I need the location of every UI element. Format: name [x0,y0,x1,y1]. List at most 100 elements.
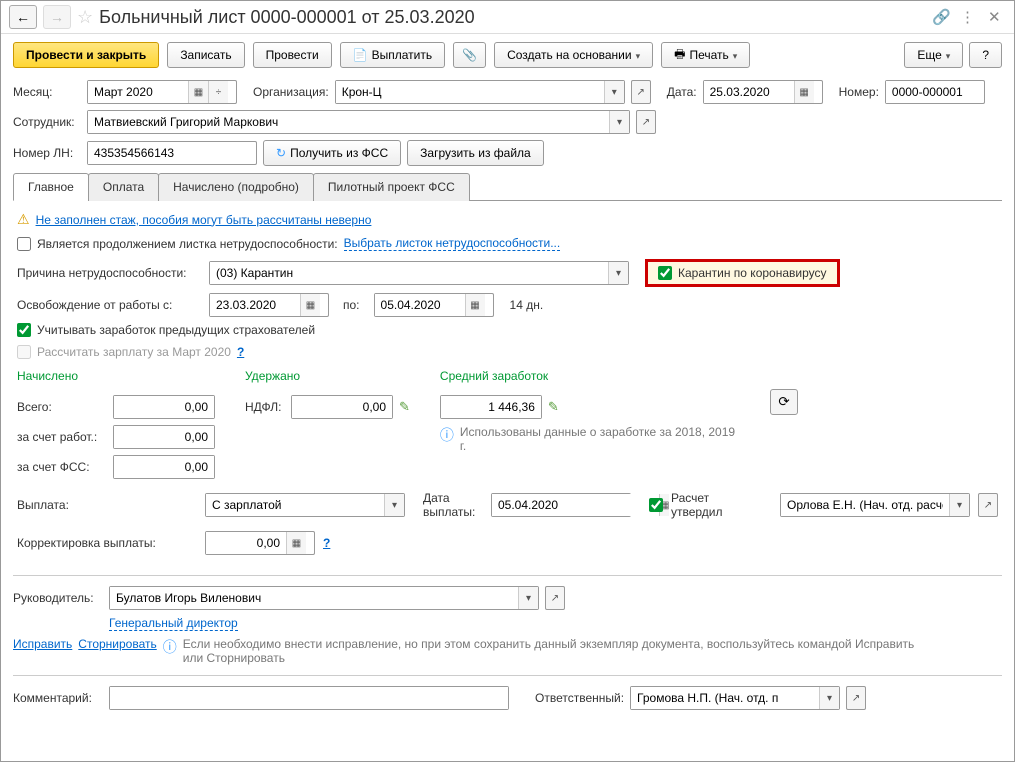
dropdown-icon[interactable]: ▾ [608,262,628,284]
page-title: Больничный лист 0000-000001 от 25.03.202… [99,7,474,28]
calculator-icon[interactable]: ▦ [286,532,306,554]
date-input[interactable]: ▦ [703,80,823,104]
submit-button[interactable]: Провести [253,42,332,68]
month-input[interactable]: ▦ ÷ [87,80,237,104]
resp-input[interactable]: ▾ [630,686,840,710]
create-based-button[interactable]: Создать на основании [494,42,653,68]
total-input[interactable] [114,396,214,418]
accrued-header: Начислено [17,369,215,383]
dropdown-icon[interactable]: ▾ [518,587,538,609]
continuation-label: Является продолжением листка нетрудоспос… [37,237,338,251]
employer-input[interactable] [114,426,214,448]
calendar-icon[interactable]: ▦ [300,294,320,316]
prev-insurers-checkbox[interactable] [17,323,31,337]
release-label: Освобождение от работы с: [17,298,203,312]
close-icon[interactable]: ✕ [988,8,1006,26]
stepper-icon[interactable]: ÷ [208,81,228,103]
correction-label: Корректировка выплаты: [17,536,197,550]
release-from-input[interactable]: ▦ [209,293,329,317]
org-label: Организация: [253,85,329,99]
warning-link[interactable]: Не заполнен стаж, пособия могут быть рас… [36,213,372,227]
submit-close-button[interactable]: Провести и закрыть [13,42,159,68]
correction-input[interactable]: ▦ [205,531,315,555]
reason-input[interactable]: ▾ [209,261,629,285]
head-position-link[interactable]: Генеральный директор [109,616,238,631]
pay-date-input[interactable]: ▦ [491,493,631,517]
prev-insurers-label: Учитывать заработок предыдущих страховат… [37,323,315,337]
tab-pilot[interactable]: Пилотный проект ФСС [313,173,470,201]
release-to-label: по: [343,298,360,312]
covid-checkbox[interactable] [658,266,672,280]
comment-input[interactable] [109,686,509,710]
refresh-button[interactable]: ⟳ [770,389,798,415]
approver-input[interactable]: ▾ [780,493,970,517]
save-button[interactable]: Записать [167,42,244,68]
calendar-icon[interactable]: ▦ [465,294,485,316]
ndfl-input[interactable] [292,396,392,418]
avg-input[interactable] [441,396,541,418]
fss-input[interactable] [114,456,214,478]
head-input[interactable]: ▾ [109,586,539,610]
dropdown-icon[interactable]: ▾ [819,687,839,709]
ln-input[interactable] [87,141,257,165]
calendar-icon[interactable]: ▦ [794,81,814,103]
withheld-header: Удержано [245,369,410,383]
dropdown-icon[interactable]: ▾ [609,111,629,133]
help-button[interactable]: ? [969,42,1002,68]
more-button[interactable]: Еще [904,42,963,68]
info-text: Использованы данные о заработке за 2018,… [460,425,740,453]
nav-back[interactable]: ← [9,5,37,29]
covid-label: Карантин по коронавирусу [678,266,827,280]
pencil-icon[interactable]: ✎ [548,399,559,415]
warning-icon: ⚠ [17,211,30,228]
avg-header: Средний заработок [440,369,740,383]
load-file-button[interactable]: Загрузить из файла [407,140,544,166]
calc-salary-checkbox [17,345,31,359]
employee-label: Сотрудник: [13,115,81,129]
employee-input[interactable]: ▾ [87,110,630,134]
dropdown-icon[interactable]: ▾ [604,81,624,103]
pay-button[interactable]: 📄Выплатить [340,42,445,68]
fix-link[interactable]: Исправить [13,637,72,651]
days-label: 14 дн. [510,298,544,312]
tab-payment[interactable]: Оплата [88,173,159,201]
approved-label: Расчет утвердил [671,491,731,519]
open-approver-icon[interactable]: ↗ [978,493,998,517]
get-fss-button[interactable]: ↻ Получить из ФСС [263,140,401,166]
approved-checkbox[interactable] [649,498,663,512]
ln-label: Номер ЛН: [13,146,81,160]
open-employee-icon[interactable]: ↗ [636,110,656,134]
calendar-icon[interactable]: ▦ [188,81,208,103]
print-button[interactable]: 🖶 Печать [661,42,750,68]
tab-main[interactable]: Главное [13,173,89,201]
info-icon: ⓘ [440,425,454,445]
payment-select[interactable]: ▾ [205,493,405,517]
calc-salary-label: Рассчитать зарплату за Март 2020 [37,345,231,359]
kebab-icon[interactable]: ⋮ [960,8,978,26]
pencil-icon[interactable]: ✎ [399,399,410,415]
org-input[interactable]: ▾ [335,80,625,104]
attach-button[interactable]: 📎 [453,42,486,68]
pay-date-label: Дата выплаты: [423,491,483,519]
head-label: Руководитель: [13,591,103,605]
continuation-checkbox[interactable] [17,237,31,251]
open-head-icon[interactable]: ↗ [545,586,565,610]
favorite-icon[interactable]: ☆ [77,7,93,28]
link-icon[interactable]: 🔗 [932,8,950,26]
dropdown-icon[interactable]: ▾ [949,494,969,516]
tab-accrued[interactable]: Начислено (подробно) [158,173,314,201]
covid-highlight: Карантин по коронавирусу [645,259,840,287]
number-input[interactable] [885,80,985,104]
payment-label: Выплата: [17,498,197,512]
release-to-input[interactable]: ▦ [374,293,494,317]
open-org-icon[interactable]: ↗ [631,80,651,104]
reverse-link[interactable]: Сторнировать [78,637,156,651]
select-sheet-link[interactable]: Выбрать листок нетрудоспособности... [344,236,561,251]
dropdown-icon[interactable]: ▾ [384,494,404,516]
calc-salary-help[interactable]: ? [237,345,244,359]
open-resp-icon[interactable]: ↗ [846,686,866,710]
correction-help[interactable]: ? [323,536,330,550]
nav-forward[interactable]: → [43,5,71,29]
info-icon: ⓘ [163,637,177,657]
comment-label: Комментарий: [13,691,103,705]
